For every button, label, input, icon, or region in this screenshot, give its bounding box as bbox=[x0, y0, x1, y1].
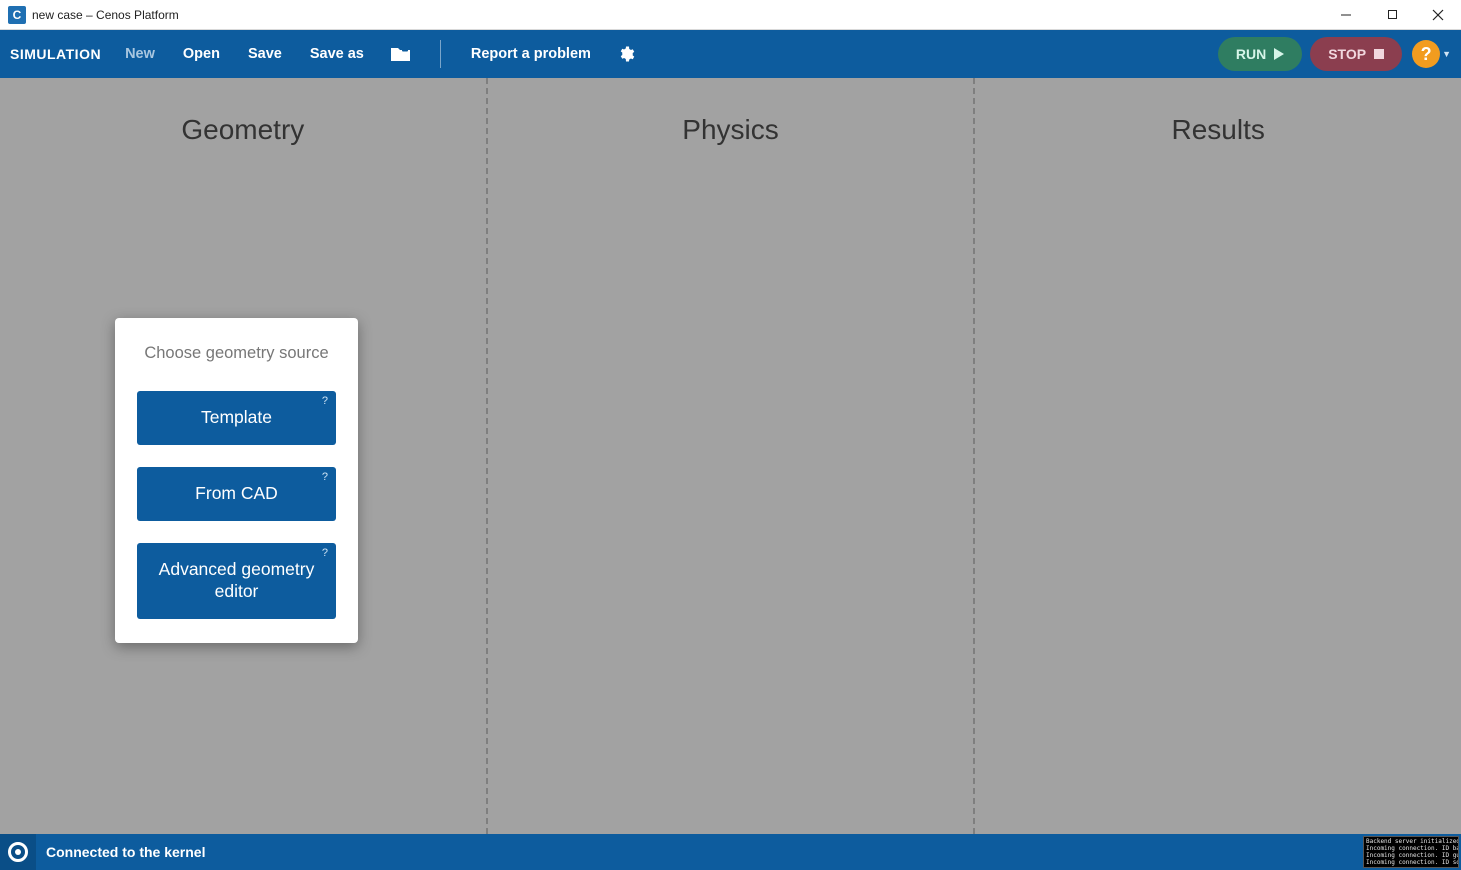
window-titlebar: C new case – Cenos Platform bbox=[0, 0, 1461, 30]
template-help-icon[interactable]: ? bbox=[322, 395, 328, 409]
template-button[interactable]: ? Template bbox=[137, 391, 336, 445]
results-column-title: Results bbox=[1171, 114, 1264, 146]
advanced-editor-button-label: Advanced geometry editor bbox=[159, 559, 315, 601]
save-as-button[interactable]: Save as bbox=[298, 40, 376, 68]
stop-button[interactable]: STOP bbox=[1310, 37, 1402, 71]
workspace: Geometry Physics Results Choose geometry… bbox=[0, 78, 1461, 834]
results-column: Results bbox=[973, 78, 1461, 834]
simulation-label: SIMULATION bbox=[10, 46, 101, 62]
main-toolbar: SIMULATION New Open Save Save as Report … bbox=[0, 30, 1461, 78]
advanced-editor-button[interactable]: ? Advanced geometry editor bbox=[137, 543, 336, 619]
window-controls bbox=[1323, 0, 1461, 30]
toolbar-left-group: SIMULATION New Open Save Save as Report … bbox=[10, 40, 645, 68]
status-text: Connected to the kernel bbox=[46, 844, 205, 860]
from-cad-button[interactable]: ? From CAD bbox=[137, 467, 336, 521]
app-icon: C bbox=[8, 6, 26, 24]
stop-icon bbox=[1374, 49, 1384, 59]
open-button[interactable]: Open bbox=[171, 40, 232, 68]
advanced-editor-help-icon[interactable]: ? bbox=[322, 547, 328, 561]
help-button[interactable]: ? bbox=[1412, 40, 1440, 68]
gear-icon bbox=[617, 45, 635, 63]
help-icon: ? bbox=[1421, 44, 1432, 65]
run-button[interactable]: RUN bbox=[1218, 37, 1302, 71]
toolbar-divider bbox=[440, 40, 441, 68]
physics-column-title: Physics bbox=[682, 114, 778, 146]
settings-button[interactable] bbox=[607, 41, 645, 67]
report-problem-button[interactable]: Report a problem bbox=[459, 40, 603, 68]
window-minimize-button[interactable] bbox=[1323, 0, 1369, 30]
window-title: new case – Cenos Platform bbox=[32, 8, 1323, 22]
open-folder-button[interactable] bbox=[380, 41, 422, 67]
save-button[interactable]: Save bbox=[236, 40, 294, 68]
console-log-panel[interactable]: Backend server initialized. Incoming con… bbox=[1363, 836, 1459, 868]
status-bar: Connected to the kernel Backend server i… bbox=[0, 834, 1461, 870]
run-button-label: RUN bbox=[1236, 46, 1266, 62]
geometry-source-card: Choose geometry source ? Template ? From… bbox=[115, 318, 358, 643]
template-button-label: Template bbox=[201, 407, 272, 427]
from-cad-help-icon[interactable]: ? bbox=[322, 471, 328, 485]
physics-column: Physics bbox=[486, 78, 974, 834]
window-maximize-button[interactable] bbox=[1369, 0, 1415, 30]
geometry-source-card-title: Choose geometry source bbox=[137, 344, 336, 363]
folder-icon bbox=[390, 45, 412, 63]
play-icon bbox=[1274, 48, 1284, 60]
help-dropdown-caret[interactable]: ▼ bbox=[1442, 49, 1451, 59]
from-cad-button-label: From CAD bbox=[195, 483, 278, 503]
kernel-status-icon bbox=[0, 834, 36, 870]
new-button[interactable]: New bbox=[113, 40, 167, 68]
window-close-button[interactable] bbox=[1415, 0, 1461, 30]
geometry-column-title: Geometry bbox=[181, 114, 304, 146]
stop-button-label: STOP bbox=[1328, 46, 1366, 62]
